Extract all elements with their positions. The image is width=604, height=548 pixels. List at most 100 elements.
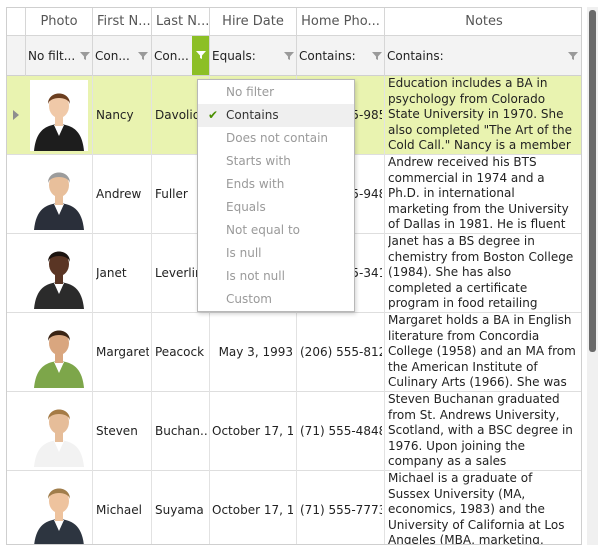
cell-hire-date[interactable]: October 17, 1... [210,392,297,471]
row-indicator[interactable] [7,155,25,234]
cell-text: Steven [96,424,138,438]
menu-item-equals[interactable]: Equals [198,196,354,219]
cell-notes[interactable]: Education includes a BA in psychology fr… [385,76,581,155]
row-indicator[interactable] [7,76,25,155]
funnel-icon[interactable] [137,50,149,62]
table-row[interactable]: Margaret Peacock May 3, 1993 (206) 555-8122… [7,313,581,392]
filter-label-notes: Contains: [387,49,444,63]
filter-row-indicator [7,36,26,76]
employee-photo [30,80,88,151]
cell-last-name[interactable]: Suyama [152,471,210,544]
filter-row: No filt... Con... Con... Equals: Contain… [7,36,581,76]
menu-item-contains[interactable]: ✔ Contains [198,104,354,127]
row-indicator[interactable] [7,392,25,471]
funnel-icon[interactable] [79,50,91,62]
filter-label-hire-date: Equals: [212,49,256,63]
notes-text: Steven Buchanan graduated from St. Andre… [388,392,573,470]
notes-text: Janet has a BS degree in chemistry from … [388,234,574,312]
menu-item-ends-with[interactable]: Ends with [198,173,354,196]
notes-text: Education includes a BA in psychology fr… [388,76,572,154]
menu-item-is-null[interactable]: Is null [198,242,354,265]
col-header-hire-date[interactable]: Hire Date [210,8,297,36]
menu-item-starts-with[interactable]: Starts with [198,150,354,173]
cell-text: Janet [96,266,127,280]
col-header-notes[interactable]: Notes [385,8,581,36]
employee-photo [30,238,88,309]
cell-home-phone[interactable]: (71) 555-7773 [297,471,385,544]
cell-text: October 17, 1... [212,503,293,517]
cell-last-name[interactable]: Peacock [152,313,210,392]
cell-text: Margaret [96,345,149,359]
filter-cell-hire-date: Equals: [210,36,297,76]
cell-photo[interactable] [26,313,93,392]
cell-notes[interactable]: Andrew received his BTS commercial in 19… [385,155,581,234]
funnel-icon[interactable] [283,50,295,62]
cell-first-name[interactable]: Nancy [93,76,152,155]
cell-photo[interactable] [26,234,93,313]
cell-first-name[interactable]: Andrew [93,155,152,234]
menu-item-does-not-contain[interactable]: Does not contain [198,127,354,150]
row-indicator-header [7,8,26,36]
col-header-last-name[interactable]: Last N... [152,8,210,36]
table-row[interactable]: Steven Buchan... October 17, 1... (71) 555-… [7,392,581,471]
row-indicator[interactable] [7,471,25,544]
notes-text: Andrew received his BTS commercial in 19… [388,155,569,233]
employee-photo [30,475,88,544]
cell-first-name[interactable]: Janet [93,234,152,313]
cell-text: Peacock [155,345,205,359]
menu-item-label: Ends with [226,177,285,191]
cell-photo[interactable] [26,471,93,544]
menu-item-label: Contains [226,108,279,122]
col-header-home-phone[interactable]: Home Pho... [297,8,385,36]
menu-item-is-not-null[interactable]: Is not null [198,265,354,288]
cell-notes[interactable]: Margaret holds a BA in English literatur… [385,313,581,392]
row-indicator[interactable] [7,313,25,392]
cell-photo[interactable] [26,76,93,155]
funnel-icon[interactable] [371,50,383,62]
table-row[interactable]: Michael Suyama October 17, 1... (71) 555-77… [7,471,581,545]
cell-last-name[interactable]: Buchan... [152,392,210,471]
cell-text: May 3, 1993 [218,345,293,359]
filter-cell-notes: Contains: [385,36,581,76]
menu-item-custom[interactable]: Custom [198,288,354,311]
cell-first-name[interactable]: Michael [93,471,152,544]
menu-item-label: Equals [226,200,266,214]
cell-text: (71) 555-7773 [300,503,382,517]
filter-cell-home-phone: Contains: [297,36,385,76]
menu-item-no-filter[interactable]: No filter [198,81,354,104]
filter-label-first-name: Con... [95,49,130,63]
cell-text: Suyama [155,503,204,517]
col-header-photo[interactable]: Photo [26,8,93,36]
vertical-scrollbar[interactable] [587,7,598,545]
cell-notes[interactable]: Janet has a BS degree in chemistry from … [385,234,581,313]
menu-item-label: Is not null [226,269,285,283]
col-header-first-name[interactable]: First N... [93,8,152,36]
cell-hire-date[interactable]: October 17, 1... [210,471,297,544]
notes-text: Michael is a graduate of Sussex Universi… [388,471,565,545]
cell-hire-date[interactable]: May 3, 1993 [210,313,297,392]
filter-cell-first-name: Con... [93,36,152,76]
scrollbar-thumb[interactable] [589,10,596,352]
row-indicator[interactable] [7,234,25,313]
funnel-icon [196,51,206,59]
funnel-icon[interactable] [567,50,579,62]
cell-first-name[interactable]: Margaret [93,313,152,392]
filter-label-last-name: Con... [154,49,189,63]
checkmark-icon: ✔ [208,108,219,122]
cell-text: Buchan... [155,424,207,438]
cell-notes[interactable]: Michael is a graduate of Sussex Universi… [385,471,581,545]
cell-photo[interactable] [26,155,93,234]
cell-notes[interactable]: Steven Buchanan graduated from St. Andre… [385,392,581,471]
cell-home-phone[interactable]: (71) 555-4848 [297,392,385,471]
employee-photo [30,159,88,230]
filter-cell-last-name: Con... [152,36,210,76]
menu-item-not-equal-to[interactable]: Not equal to [198,219,354,242]
filter-label-home-phone: Contains: [299,49,356,63]
filter-button-active[interactable] [192,36,209,75]
employees-grid: Photo First N... Last N... Hire Date Hom… [6,7,582,545]
cell-photo[interactable] [26,392,93,471]
cell-first-name[interactable]: Steven [93,392,152,471]
filter-label-photo: No filt... [28,49,76,63]
menu-item-label: Does not contain [226,131,329,145]
cell-home-phone[interactable]: (206) 555-8122 [297,313,385,392]
